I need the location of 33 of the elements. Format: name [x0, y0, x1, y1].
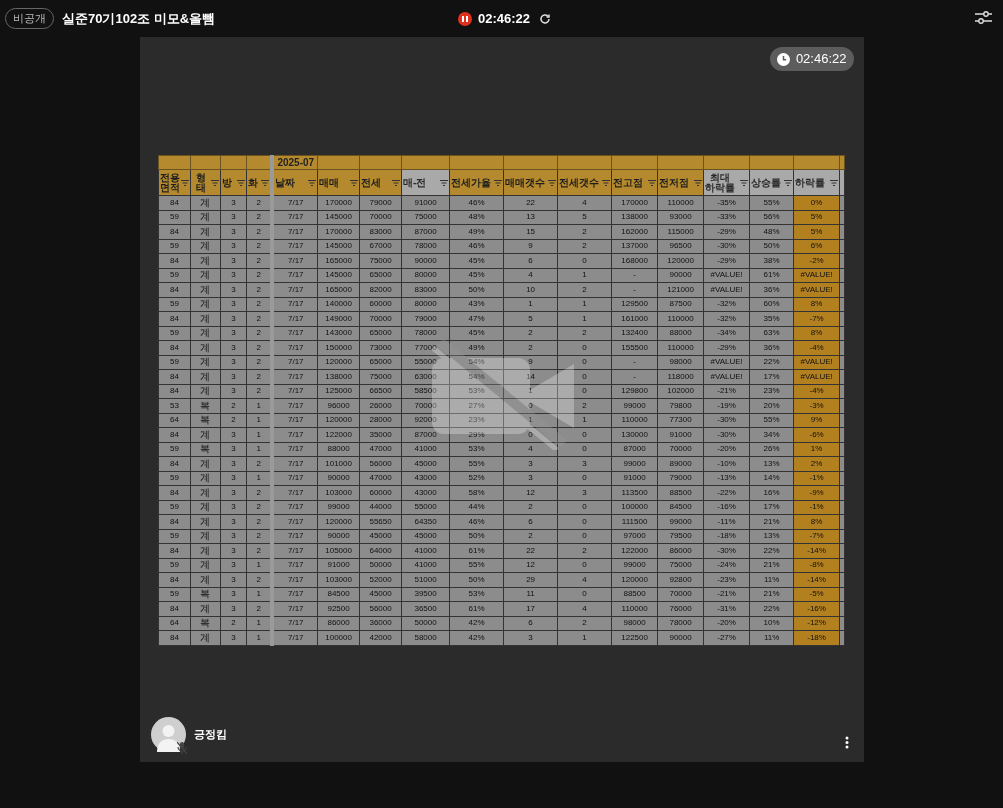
- column-header[interactable]: 매매: [319, 177, 340, 188]
- filter-icon[interactable]: [180, 179, 189, 186]
- pause-icon[interactable]: [458, 11, 472, 26]
- filter-icon[interactable]: [261, 179, 270, 186]
- column-header[interactable]: 화: [247, 177, 258, 188]
- column-header[interactable]: 방: [221, 177, 232, 188]
- clock-icon: [776, 52, 790, 66]
- filter-icon[interactable]: [548, 179, 557, 186]
- filter-icon[interactable]: [830, 179, 839, 186]
- meeting-title: 실준70기102조 미모&올뺌: [62, 9, 216, 28]
- column-header[interactable]: 날짜: [275, 177, 296, 188]
- filter-icon[interactable]: [440, 179, 449, 186]
- refresh-icon[interactable]: [539, 12, 552, 25]
- filter-icon[interactable]: [392, 179, 401, 186]
- filter-icon[interactable]: [602, 179, 611, 186]
- more-options-icon[interactable]: [844, 736, 849, 749]
- column-header[interactable]: 전세: [361, 177, 382, 188]
- timer-text: 02:46:22: [795, 50, 847, 69]
- participant-name: 긍정킴: [193, 727, 227, 743]
- filter-icon[interactable]: [210, 179, 219, 186]
- recording-time: 02:46:22: [478, 10, 531, 28]
- month-group-header: 2025-07: [272, 155, 318, 170]
- filter-icon[interactable]: [694, 179, 703, 186]
- filter-icon[interactable]: [350, 179, 359, 186]
- filter-icon[interactable]: [236, 179, 245, 186]
- filter-icon[interactable]: [740, 179, 749, 186]
- column-header[interactable]: 매-전: [403, 177, 427, 188]
- filter-icon[interactable]: [648, 179, 657, 186]
- filter-icon[interactable]: [308, 179, 317, 186]
- filter-icon[interactable]: [784, 179, 793, 186]
- settings-sliders-icon[interactable]: [975, 10, 992, 25]
- filter-icon[interactable]: [494, 179, 503, 186]
- person-silhouette-icon: [156, 723, 180, 752]
